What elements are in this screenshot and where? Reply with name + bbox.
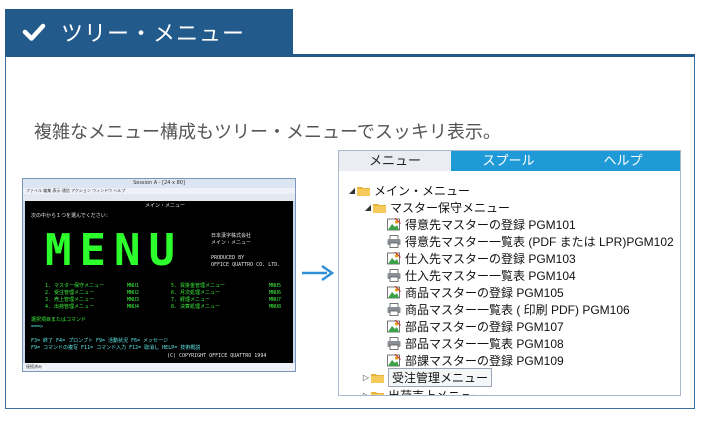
- tab-menu[interactable]: メニュー: [339, 151, 451, 171]
- terminal-header-line: メイン・メニュー: [145, 203, 186, 209]
- tree-leaf-item[interactable]: 商品マスター一覧表 ( 印刷 PDF) PGM106: [387, 301, 630, 318]
- tab-spool[interactable]: スプール: [451, 151, 566, 171]
- tree-menu-panel: メニュー スプール ヘルプ ◢ メイン・メニュー ◢ マスター保守メニュー ▷ …: [338, 150, 681, 396]
- section-title-tab: ツリー・メニュー: [5, 9, 293, 54]
- terminal-toolbar: [23, 194, 295, 201]
- terminal-menu-code: MNU3: [127, 297, 140, 303]
- tree-leaf-item[interactable]: 部品マスターの登録 PGM107: [387, 318, 564, 335]
- tree-leaf-label: 部品マスター一覧表 PGM108: [405, 337, 564, 351]
- tree-leaf-item[interactable]: 部品マスター一覧表 PGM108: [387, 335, 564, 352]
- tree-leaf-label: 仕入先マスターの登録 PGM103: [405, 252, 576, 266]
- collapsed-triangle-icon[interactable]: ▷: [361, 391, 371, 395]
- terminal-menu-item: 5. 買掛金管理メニュー: [171, 283, 226, 289]
- description-text: 複雑なメニュー構成もツリー・メニューでスッキリ表示。: [34, 122, 501, 143]
- tree-leaf-label: 仕入先マスター一覧表 PGM104: [405, 269, 576, 283]
- terminal-screenshot: Session A - [24 x 80] ファイル 編集 表示 通信 アクショ…: [22, 178, 296, 372]
- expanded-triangle-icon[interactable]: ◢: [347, 186, 357, 195]
- terminal-menu-code: MNU1: [127, 283, 140, 289]
- terminal-producer: OFFICE QUATTRO CO. LTD.: [211, 262, 281, 268]
- terminal-menu-item: 8. 決算処理メニュー: [171, 304, 221, 310]
- terminal-select-label: 選択項目またはコマンド: [31, 317, 87, 323]
- tree-leaf-item[interactable]: 商品マスターの登録 PGM105: [387, 284, 564, 301]
- terminal-copyright: (C) COPYRIGHT OFFICE QUATTRO 1994: [167, 353, 267, 359]
- section-title: ツリー・メニュー: [61, 21, 246, 47]
- terminal-menu-code: MNU4: [127, 304, 140, 310]
- print-icon: [387, 303, 401, 316]
- terminal-menu-item: 2. 受注管理メニュー: [45, 290, 95, 296]
- terminal-screen: メイン・メニュー 次の中から１つを選んでください： MENU 日本漢字株式会社 …: [25, 201, 293, 363]
- terminal-title-bar: Session A - [24 x 80]: [23, 179, 295, 188]
- folder-icon: [371, 392, 384, 395]
- tree-node-label: 受注管理メニュー: [388, 368, 493, 387]
- checkmark-icon: [22, 23, 46, 41]
- terminal-menu-item: 6. 月次処理メニュー: [171, 290, 221, 296]
- tree-node-shipping[interactable]: ▷ 出荷売上メニュー: [361, 387, 485, 396]
- terminal-menu-code: MNU7: [269, 297, 282, 303]
- terminal-menu-item: 4. 出荷管理メニュー: [45, 304, 95, 310]
- tree-leaf-item[interactable]: 仕入先マスター一覧表 PGM104: [387, 267, 576, 284]
- terminal-menu-item: 7. 経理メニュー: [171, 297, 211, 303]
- tree-node-label: マスター保守メニュー: [390, 201, 511, 215]
- tree-tabs: メニュー スプール ヘルプ: [339, 151, 680, 171]
- print-icon: [387, 337, 401, 350]
- terminal-menu-item: 3. 売上管理メニュー: [45, 297, 95, 303]
- tab-help[interactable]: ヘルプ: [566, 151, 680, 171]
- expanded-triangle-icon[interactable]: ◢: [363, 203, 373, 212]
- terminal-menu-code: MNU6: [269, 290, 282, 296]
- tree-node-label: 出荷売上メニュー: [388, 389, 485, 396]
- folder-icon: [357, 187, 370, 196]
- terminal-company-sub: メイン・メニュー: [211, 240, 252, 246]
- edit-icon: [387, 218, 401, 231]
- tree-leaf-label: 部品マスターの登録 PGM107: [405, 320, 564, 334]
- folder-icon: [373, 204, 386, 213]
- terminal-prompt: 次の中から１つを選んでください：: [31, 213, 111, 219]
- tree-node-master[interactable]: ◢ マスター保守メニュー: [363, 199, 510, 216]
- print-icon: [387, 235, 401, 248]
- terminal-menu-code: MNU5: [269, 283, 282, 289]
- terminal-status-bar: 接続済み: [23, 363, 295, 371]
- terminal-menu-code: MNU8: [269, 304, 282, 310]
- edit-icon: [387, 252, 401, 265]
- edit-icon: [387, 286, 401, 299]
- tree-leaf-label: 商品マスター一覧表 ( 印刷 PDF) PGM106: [405, 303, 630, 317]
- right-arrow-icon: [302, 264, 335, 282]
- tree-node-label: メイン・メニュー: [374, 184, 471, 198]
- terminal-function-keys: F9= コマンドの複写 F11= コマンド入力 F12= 取消し HELP= 技…: [31, 345, 201, 351]
- collapsed-triangle-icon[interactable]: ▷: [361, 373, 371, 382]
- terminal-produced-by: PRODUCED BY: [211, 255, 245, 261]
- edit-icon: [387, 320, 401, 333]
- terminal-menu-code: MNU2: [127, 290, 140, 296]
- edit-icon: [387, 354, 401, 367]
- tree-leaf-item[interactable]: 部課マスターの登録 PGM109: [387, 352, 564, 369]
- folder-icon: [371, 374, 384, 383]
- tree-leaf-label: 部課マスターの登録 PGM109: [405, 354, 564, 368]
- tree-leaf-item[interactable]: 得意先マスター一覧表 (PDF または LPR)PGM102: [387, 233, 674, 250]
- terminal-big-menu-text: MENU: [45, 225, 183, 276]
- tree-leaf-label: 得意先マスターの登録 PGM101: [405, 218, 576, 232]
- terminal-menu-item: 1. マスター保守メニュー: [45, 283, 105, 289]
- terminal-command-line[interactable]: ===>: [31, 324, 43, 330]
- tree-leaf-item[interactable]: 得意先マスターの登録 PGM101: [387, 216, 576, 233]
- tree-node-root[interactable]: ◢ メイン・メニュー: [347, 182, 470, 199]
- tree-leaf-label: 商品マスターの登録 PGM105: [405, 286, 564, 300]
- tree-node-order[interactable]: ▷ 受注管理メニュー: [361, 368, 493, 387]
- print-icon: [387, 269, 401, 282]
- tree-leaf-item[interactable]: 仕入先マスターの登録 PGM103: [387, 250, 576, 267]
- terminal-function-keys: F3= 終了 F4= プロンプト F9= 活動状況 F6= メッセージ: [31, 338, 168, 344]
- terminal-company-name: 日本漢字株式会社: [211, 233, 252, 239]
- tree-leaf-label: 得意先マスター一覧表 (PDF または LPR)PGM102: [405, 235, 674, 249]
